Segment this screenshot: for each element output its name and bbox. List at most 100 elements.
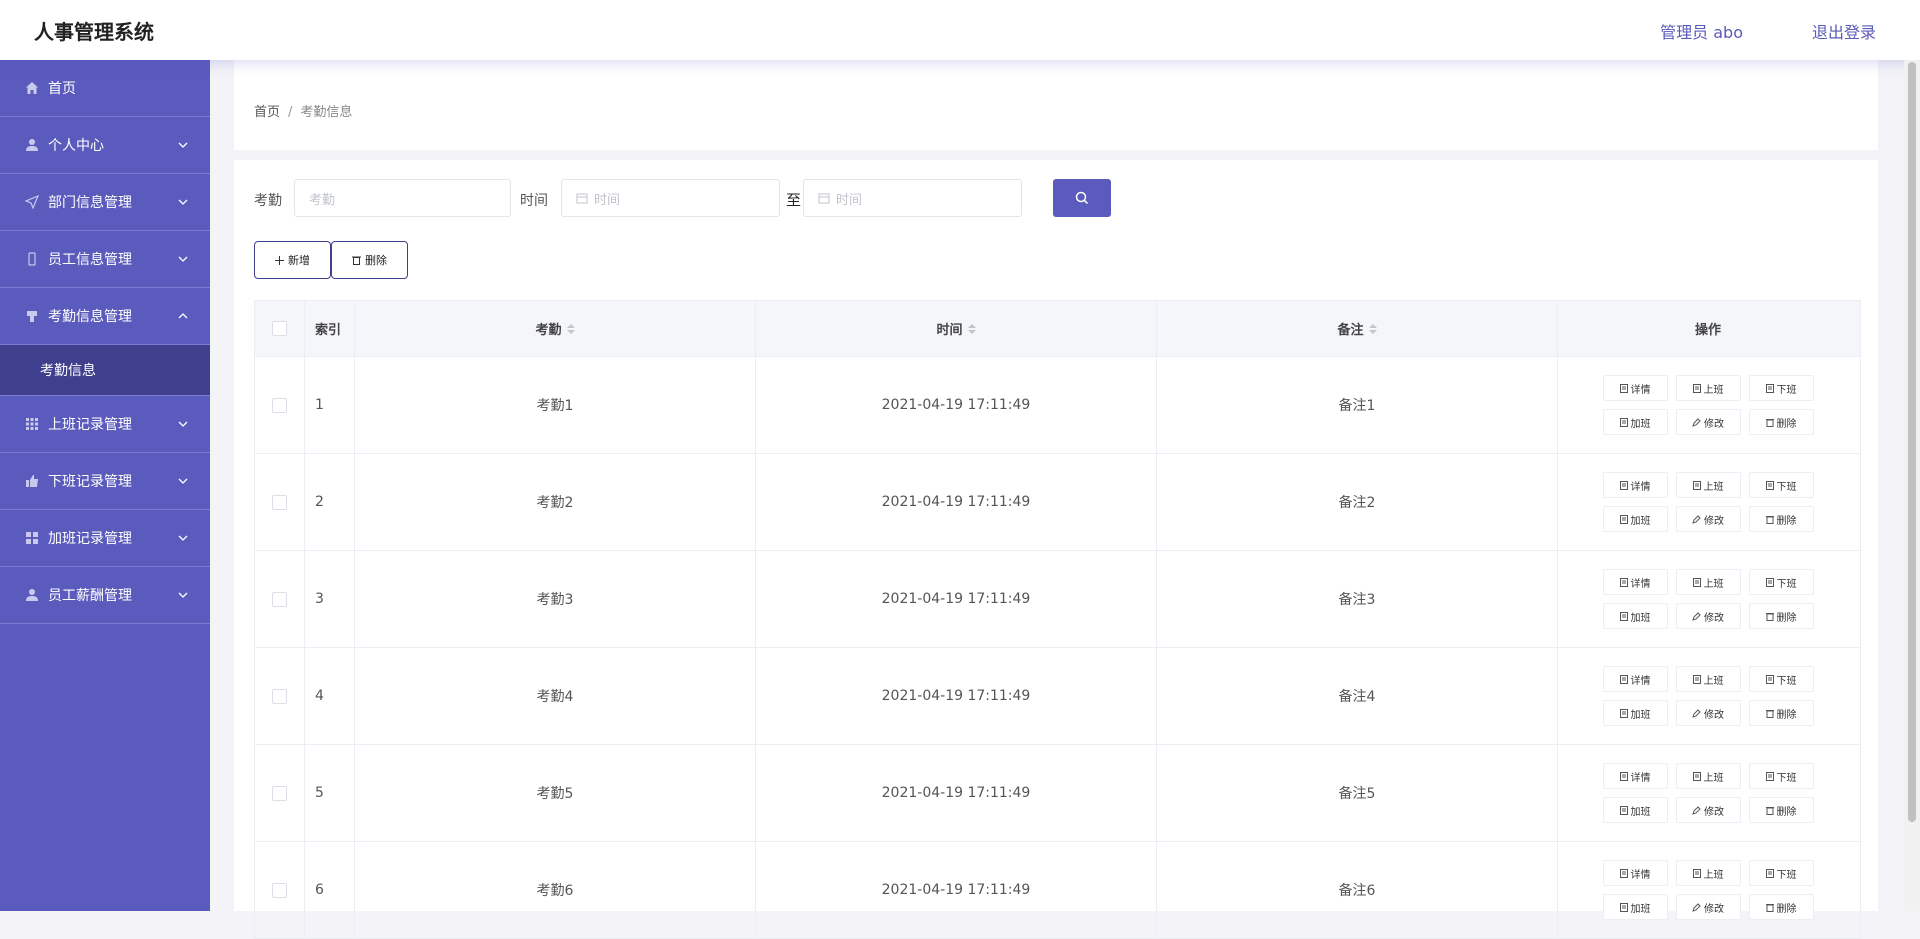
trash-icon <box>1765 903 1774 912</box>
overtime-button[interactable]: 加班 <box>1602 700 1668 726</box>
sidebar-item-department[interactable]: 部门信息管理 <box>0 174 210 231</box>
breadcrumb-home[interactable]: 首页 <box>254 105 280 120</box>
edit-button[interactable]: 修改 <box>1675 603 1741 629</box>
edit-button[interactable]: 修改 <box>1675 700 1741 726</box>
sidebar-item-offduty[interactable]: 下班记录管理 <box>0 453 210 510</box>
sidebar-item-salary[interactable]: 员工薪酬管理 <box>0 567 210 624</box>
page-scrollbar[interactable] <box>1904 60 1920 911</box>
overtime-button-label: 加班 <box>1630 903 1651 915</box>
row-delete-button[interactable]: 删除 <box>1748 506 1814 532</box>
sidebar-item-onduty[interactable]: 上班记录管理 <box>0 396 210 453</box>
sidebar-item-overtime[interactable]: 加班记录管理 <box>0 510 210 567</box>
overtime-button[interactable]: 加班 <box>1602 506 1668 532</box>
attendance-table: 索引 考勤 时间 备注 操作 1 考勤1 2021-04-19 17:11:49 备注… <box>254 300 1861 939</box>
row-select[interactable] <box>255 745 305 841</box>
header-kq[interactable]: 考勤 <box>355 301 756 356</box>
row-delete-button[interactable]: 删除 <box>1748 409 1814 435</box>
sort-icon[interactable] <box>967 323 976 334</box>
row-delete-button[interactable]: 删除 <box>1748 603 1814 629</box>
sidebar-item-attendance[interactable]: 考勤信息管理 <box>0 288 210 345</box>
header-time[interactable]: 时间 <box>756 301 1157 356</box>
detail-button[interactable]: 详情 <box>1602 860 1668 886</box>
detail-button[interactable]: 详情 <box>1602 666 1668 692</box>
time-end-input[interactable]: 时间 <box>803 179 1022 217</box>
offduty-button[interactable]: 下班 <box>1748 569 1814 595</box>
logout-link[interactable]: 退出登录 <box>1812 19 1876 43</box>
overtime-button[interactable]: 加班 <box>1602 409 1668 435</box>
header-time-label: 时间 <box>936 323 963 338</box>
offduty-button[interactable]: 下班 <box>1748 666 1814 692</box>
row-checkbox[interactable] <box>272 494 287 510</box>
delete-button[interactable]: 删除 <box>331 241 408 279</box>
row-delete-button[interactable]: 删除 <box>1748 797 1814 823</box>
row-select[interactable] <box>255 842 305 938</box>
header-select-all[interactable] <box>255 301 305 356</box>
row-checkbox[interactable] <box>272 882 287 898</box>
ops-row: 详情 上班 下班 <box>1602 569 1814 595</box>
onduty-button[interactable]: 上班 <box>1675 569 1741 595</box>
filter-bar: 考勤 考勤 时间 时间 至 时间 <box>254 179 1154 219</box>
edit-button[interactable]: 修改 <box>1675 797 1741 823</box>
edit-icon <box>1692 902 1701 912</box>
detail-button[interactable]: 详情 <box>1602 763 1668 789</box>
offduty-button[interactable]: 下班 <box>1748 860 1814 886</box>
onduty-button-label: 上班 <box>1703 481 1724 493</box>
onduty-button[interactable]: 上班 <box>1675 860 1741 886</box>
header-note[interactable]: 备注 <box>1157 301 1558 356</box>
edit-button[interactable]: 修改 <box>1675 506 1741 532</box>
document-icon <box>1619 480 1628 490</box>
sidebar-subitem-attendance-info[interactable]: 考勤信息 <box>0 345 210 396</box>
sort-icon[interactable] <box>1368 323 1377 334</box>
onduty-button[interactable]: 上班 <box>1675 666 1741 692</box>
edit-button[interactable]: 修改 <box>1675 894 1741 920</box>
overtime-button[interactable]: 加班 <box>1602 797 1668 823</box>
row-select[interactable] <box>255 648 305 744</box>
offduty-button[interactable]: 下班 <box>1748 763 1814 789</box>
document-icon <box>1619 868 1628 878</box>
document-icon <box>1692 383 1701 393</box>
detail-button[interactable]: 详情 <box>1602 375 1668 401</box>
onduty-button[interactable]: 上班 <box>1675 375 1741 401</box>
onduty-button[interactable]: 上班 <box>1675 763 1741 789</box>
detail-button[interactable]: 详情 <box>1602 569 1668 595</box>
document-icon <box>1765 868 1774 878</box>
row-delete-button[interactable]: 删除 <box>1748 894 1814 920</box>
ops-row: 加班 修改 删除 <box>1602 894 1814 920</box>
row-checkbox[interactable] <box>272 785 287 801</box>
sidebar-item-personal-center[interactable]: 个人中心 <box>0 117 210 174</box>
cell-index: 2 <box>305 454 355 550</box>
offduty-button[interactable]: 下班 <box>1748 375 1814 401</box>
add-button[interactable]: 新增 <box>254 241 331 279</box>
row-checkbox[interactable] <box>272 688 287 704</box>
overtime-button[interactable]: 加班 <box>1602 603 1668 629</box>
cell-ops: 详情 上班 下班 加班 修改 删除 <box>1558 551 1858 647</box>
table-row: 2 考勤2 2021-04-19 17:11:49 备注2 详情 上班 下班 加班 修改 删除 <box>255 454 1860 551</box>
kq-search-input[interactable]: 考勤 <box>294 179 511 217</box>
overtime-button[interactable]: 加班 <box>1602 894 1668 920</box>
sidebar-item-home[interactable]: 首页 <box>0 60 210 117</box>
row-select[interactable] <box>255 357 305 453</box>
sidebar-item-employee[interactable]: 员工信息管理 <box>0 231 210 288</box>
onduty-button-label: 上班 <box>1703 384 1724 396</box>
edit-button[interactable]: 修改 <box>1675 409 1741 435</box>
row-select[interactable] <box>255 454 305 550</box>
row-checkbox[interactable] <box>272 397 287 413</box>
select-all-checkbox[interactable] <box>272 321 287 336</box>
sort-icon[interactable] <box>566 323 575 334</box>
search-button[interactable] <box>1053 179 1111 217</box>
detail-button[interactable]: 详情 <box>1602 472 1668 498</box>
cell-time: 2021-04-19 17:11:49 <box>756 454 1157 550</box>
edit-icon <box>1692 805 1701 815</box>
chevron-down-icon <box>178 252 188 268</box>
offduty-button[interactable]: 下班 <box>1748 472 1814 498</box>
row-checkbox[interactable] <box>272 591 287 607</box>
row-select[interactable] <box>255 551 305 647</box>
time-start-input[interactable]: 时间 <box>561 179 780 217</box>
app-title: 人事管理系统 <box>34 20 154 44</box>
home-icon <box>24 80 40 96</box>
row-delete-button[interactable]: 删除 <box>1748 700 1814 726</box>
scrollbar-thumb[interactable] <box>1908 62 1916 822</box>
overtime-button-label: 加班 <box>1630 709 1651 721</box>
document-icon <box>1692 577 1701 587</box>
onduty-button[interactable]: 上班 <box>1675 472 1741 498</box>
